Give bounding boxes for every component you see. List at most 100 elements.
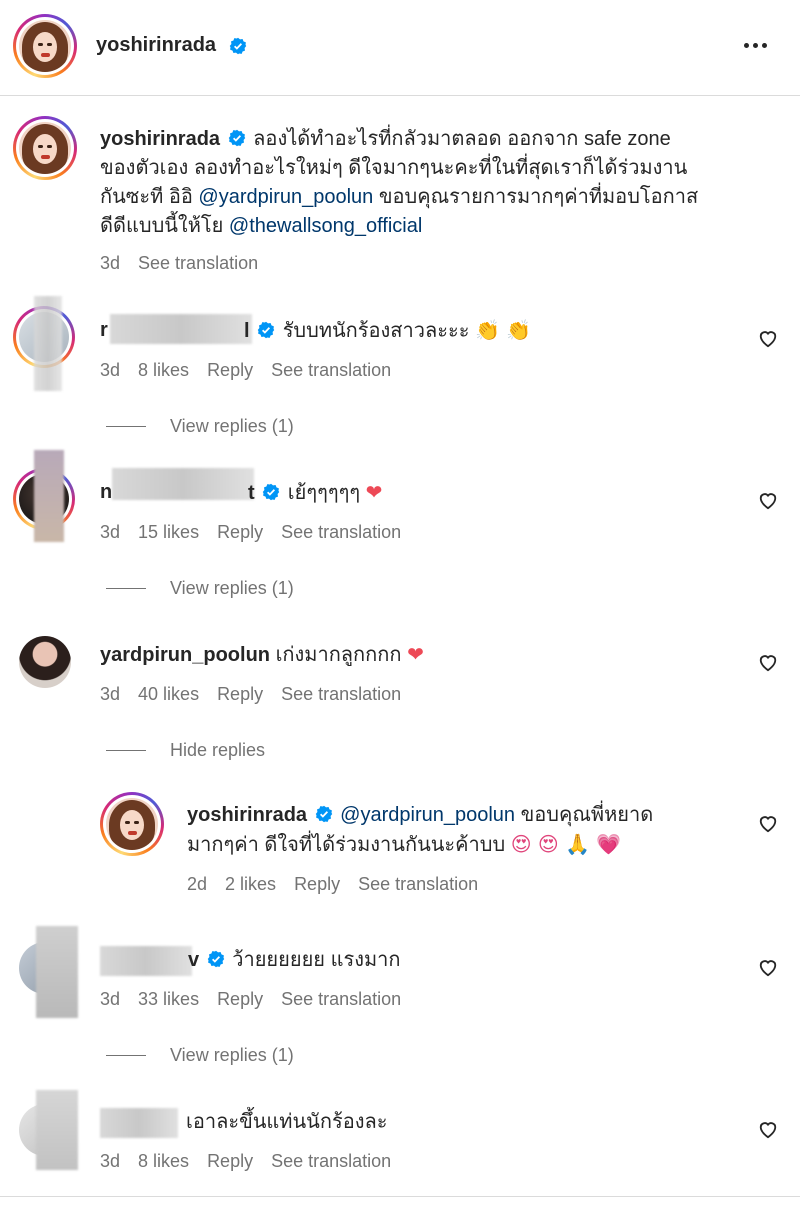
comment-username[interactable]: yardpirun_poolun bbox=[100, 644, 270, 666]
reply-text: yoshirinrada @yardpirun_poolun ขอบคุณพี่… bbox=[187, 801, 747, 860]
red-heart-emoji: ❤ bbox=[365, 480, 383, 504]
divider bbox=[0, 1196, 800, 1197]
comment-time: 3d bbox=[100, 522, 121, 542]
comment-body: t เย้ๆๆๆๆๆ ❤ bbox=[248, 478, 382, 508]
reply-button[interactable]: Reply bbox=[207, 360, 253, 380]
reply-button[interactable]: Reply bbox=[207, 1151, 253, 1171]
comment-body: l รับบทนักร้องสาวละะะ 👏 👏 bbox=[244, 316, 531, 346]
view-replies-label: View replies (1) bbox=[170, 578, 294, 598]
comment-message: รับบทนักร้องสาวละะะ bbox=[282, 320, 470, 342]
view-replies-button[interactable]: View replies (1) bbox=[106, 416, 294, 437]
like-heart-icon[interactable] bbox=[757, 1119, 779, 1139]
comment-message: เก่งมากลูกกกก bbox=[275, 644, 402, 666]
comment-text: yardpirun_poolun เก่งมากลูกกกก ❤ bbox=[100, 640, 424, 670]
comment-message: เอาละขึ้นแท่นนักร้องละ bbox=[186, 1111, 388, 1133]
like-heart-icon[interactable] bbox=[757, 652, 779, 672]
comment-meta: 3d 15 likes Reply See translation bbox=[100, 522, 419, 543]
see-translation-link[interactable]: See translation bbox=[281, 522, 401, 542]
like-heart-icon[interactable] bbox=[757, 490, 779, 510]
likes-count[interactable]: 33 likes bbox=[138, 989, 199, 1009]
view-replies-button[interactable]: View replies (1) bbox=[106, 578, 294, 599]
reply-username[interactable]: yoshirinrada bbox=[187, 804, 307, 826]
see-translation-link[interactable]: See translation bbox=[271, 360, 391, 380]
likes-count[interactable]: 8 likes bbox=[138, 1151, 189, 1171]
likes-count[interactable]: 2 likes bbox=[225, 874, 276, 894]
comment-username-tail[interactable]: v bbox=[188, 949, 199, 971]
comment-text: n bbox=[100, 478, 112, 507]
reply-time: 2d bbox=[187, 874, 208, 894]
reply-avatar[interactable] bbox=[100, 792, 164, 856]
comment-time: 3d bbox=[100, 989, 121, 1009]
comment-text: เอาละขึ้นแท่นนักร้องละ bbox=[186, 1108, 387, 1137]
comment-meta: 3d 33 likes Reply See translation bbox=[100, 989, 419, 1010]
reply-emojis: 😍 😍 🙏 💗 bbox=[510, 832, 622, 856]
comment-meta: 3d 40 likes Reply See translation bbox=[100, 684, 419, 705]
caption-meta: 3d See translation bbox=[100, 253, 276, 274]
comment-text: v ว้ายยยยยย แรงมาก bbox=[188, 946, 401, 975]
see-translation-link[interactable]: See translation bbox=[138, 253, 258, 273]
privacy-blur bbox=[34, 296, 62, 391]
likes-count[interactable]: 8 likes bbox=[138, 360, 189, 380]
post-header: yoshirinrada bbox=[0, 0, 800, 96]
mention-link[interactable]: @thewallsong_official bbox=[229, 215, 422, 237]
caption-line4a: ดีดีแบบนี้ให้โย bbox=[100, 215, 229, 237]
see-translation-link[interactable]: See translation bbox=[281, 684, 401, 704]
reply-message-line2: มากๆค่า ดีใจที่ได้ร่วมงานกันนะค้าบบ bbox=[187, 834, 506, 856]
verified-icon bbox=[228, 129, 245, 147]
header-avatar[interactable] bbox=[13, 14, 77, 78]
mention-link[interactable]: @yardpirun_poolun bbox=[198, 186, 373, 208]
caption-line2: ของตัวเอง ลองทำอะไรใหม่ๆ ดีใจมากๆนะคะที่… bbox=[100, 157, 688, 179]
reply-button[interactable]: Reply bbox=[217, 684, 263, 704]
comment-time: 3d bbox=[100, 360, 121, 380]
comment-meta: 3d 8 likes Reply See translation bbox=[100, 1151, 409, 1172]
caption-line1: ลองได้ทำอะไรที่กลัวมาตลอด ออกจาก safe zo… bbox=[253, 128, 671, 150]
view-replies-label: View replies (1) bbox=[170, 1045, 294, 1065]
hide-replies-button[interactable]: Hide replies bbox=[106, 740, 265, 761]
comment-time: 3d bbox=[100, 1151, 121, 1171]
like-heart-icon[interactable] bbox=[757, 813, 779, 833]
username-blur bbox=[110, 314, 252, 344]
view-replies-label: View replies (1) bbox=[170, 416, 294, 436]
like-heart-icon[interactable] bbox=[757, 957, 779, 977]
comment-text: r bbox=[100, 316, 108, 345]
caption-line3b: ขอบคุณรายการมากๆค่าที่มอบโอกาส bbox=[373, 186, 699, 208]
reply-button[interactable]: Reply bbox=[217, 989, 263, 1009]
likes-count[interactable]: 15 likes bbox=[138, 522, 199, 542]
header-username[interactable]: yoshirinrada bbox=[96, 34, 216, 57]
comment-meta: 3d 8 likes Reply See translation bbox=[100, 360, 409, 381]
caption-text: yoshirinrada ลองได้ทำอะไรที่กลัวมาตลอด อ… bbox=[100, 125, 780, 241]
caption-username[interactable]: yoshirinrada bbox=[100, 128, 220, 150]
verified-icon bbox=[207, 950, 224, 968]
clap-emoji: 👏 👏 bbox=[475, 318, 532, 342]
caption-avatar[interactable] bbox=[13, 116, 77, 180]
privacy-blur bbox=[34, 450, 64, 542]
username-blur bbox=[112, 468, 254, 500]
verified-icon bbox=[262, 483, 280, 501]
hide-replies-label: Hide replies bbox=[170, 740, 266, 760]
verified-icon bbox=[315, 805, 332, 823]
comment-username[interactable]: r bbox=[100, 319, 108, 341]
reply-meta: 2d 2 likes Reply See translation bbox=[187, 874, 496, 895]
comment-username-tail[interactable]: t bbox=[248, 482, 255, 504]
reply-message-line1: ขอบคุณพี่หยาด bbox=[515, 804, 654, 826]
verified-icon bbox=[229, 37, 247, 55]
mention-link[interactable]: @yardpirun_poolun bbox=[340, 804, 515, 826]
username-blur bbox=[100, 946, 192, 976]
caption-line3a: กันซะที อิอิ bbox=[100, 186, 199, 208]
comment-username-tail[interactable]: l bbox=[244, 320, 250, 342]
privacy-blur bbox=[36, 1090, 78, 1170]
comment-message: เย้ๆๆๆๆๆ bbox=[287, 482, 361, 504]
see-translation-link[interactable]: See translation bbox=[271, 1151, 391, 1171]
see-translation-link[interactable]: See translation bbox=[281, 989, 401, 1009]
more-options-icon[interactable] bbox=[740, 35, 770, 55]
see-translation-link[interactable]: See translation bbox=[358, 874, 478, 894]
view-replies-button[interactable]: View replies (1) bbox=[106, 1045, 294, 1066]
red-heart-emoji: ❤ bbox=[407, 642, 424, 666]
reply-button[interactable]: Reply bbox=[217, 522, 263, 542]
reply-button[interactable]: Reply bbox=[294, 874, 340, 894]
like-heart-icon[interactable] bbox=[757, 328, 779, 348]
likes-count[interactable]: 40 likes bbox=[138, 684, 199, 704]
comment-avatar[interactable] bbox=[19, 636, 71, 688]
comment-username[interactable]: n bbox=[100, 481, 112, 503]
comment-message: ว้ายยยยยย แรงมาก bbox=[232, 949, 401, 971]
